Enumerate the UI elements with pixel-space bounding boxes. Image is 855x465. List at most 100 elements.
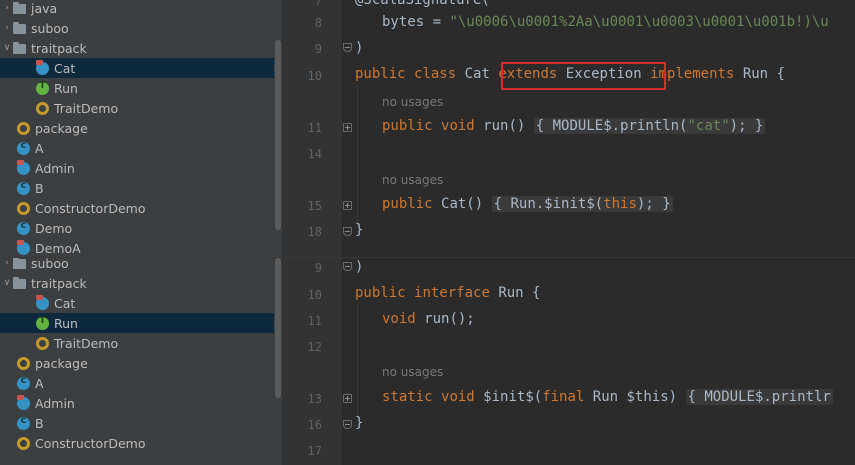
tree-item-run[interactable]: Run [0,313,274,333]
code-line-run-method: public void run() { MODULE$.println("cat… [382,118,766,134]
folded-block[interactable]: { Run.$init$(this); } [491,196,673,212]
inlay-hint[interactable]: no usages [382,365,443,379]
code-line-bytes: bytes = "\u0006\u0001%2Aa\u0001\u0003\u0… [382,14,829,30]
tree-item-a[interactable]: A [0,138,274,158]
chevron-down-icon[interactable]: ∨ [1,43,13,53]
code-line-annotation: @ScalaSignature( [355,0,490,8]
line-number: 9 [314,42,322,56]
interface-name: Run { [498,285,541,301]
chevron-right-icon[interactable]: › [1,258,13,268]
tree-item-suboo[interactable]: › suboo [0,258,274,273]
tree-item-admin[interactable]: Admin [0,393,274,413]
line-number: 17 [307,444,322,458]
folder-icon [13,276,26,289]
code-string: "cat" [687,118,730,134]
tree-item-a[interactable]: A [0,373,274,393]
tree-item-traitdemo[interactable]: TraitDemo [0,98,274,118]
inlay-hint[interactable]: no usages [382,95,443,109]
folded-block[interactable]: { MODULE$.println("cat"); } [533,118,766,134]
tree-item-constructordemo[interactable]: ConstructorDemo [0,198,274,218]
folder-icon [13,1,26,14]
tree-item-label: A [35,375,44,391]
class-icon [17,375,30,390]
line-number: 11 [307,314,322,328]
tree-item-label: Cat [54,295,76,311]
method-signature: Cat() [441,196,484,212]
class-icon [17,140,30,155]
indent-guide [357,86,358,228]
trait-icon [36,316,49,330]
project-tree-scrollbar[interactable] [274,0,282,257]
line-number: 18 [307,225,322,239]
folder-icon [13,21,26,34]
project-tree-scrollbar[interactable] [274,258,282,465]
tree-item-package[interactable]: package [0,353,274,373]
code-token: bytes = [382,14,450,30]
expand-fold-icon[interactable] [343,201,352,210]
tree-item-b[interactable]: B [0,178,274,198]
tree-item-run[interactable]: Run [0,78,274,98]
interface-name: Run { [742,66,785,82]
fold-toggle-icon[interactable] [343,262,352,271]
chevron-right-icon[interactable]: › [1,23,13,33]
chevron-down-icon[interactable]: ∨ [1,278,13,288]
code-line: ) [355,40,364,56]
tree-item-traitpack[interactable]: ∨ traitpack [0,273,274,293]
tree-item-java[interactable]: › java [0,0,274,18]
tree-item-package[interactable]: package [0,118,274,138]
tree-item-demo[interactable]: Demo [0,218,274,238]
tree-item-demoa[interactable]: DemoA [0,238,274,257]
tree-item-suboo[interactable]: › suboo [0,18,274,38]
tree-item-label: Run [54,315,78,331]
keyword: public [382,196,433,212]
keyword: void [382,311,416,327]
tree-item-label: A [35,140,44,156]
expand-fold-icon[interactable] [343,123,352,132]
top-pane: › java › suboo ∨ traitpack Cat Run TraitDemo pack… [0,0,855,257]
line-number: 11 [307,121,322,135]
tree-item-label: Demo [35,220,73,236]
fold-toggle-icon[interactable] [343,227,352,236]
class-icon [17,415,30,430]
tree-item-label: DemoA [35,240,81,256]
fold-toggle-icon[interactable] [343,43,352,52]
tree-item-admin[interactable]: Admin [0,158,274,178]
tree-item-label: TraitDemo [54,335,119,351]
keyword: public [355,66,406,82]
code-line-init-method: static void $init$(final Run $this) { MO… [382,389,833,405]
folded-block[interactable]: { MODULE$.printlr [685,389,833,405]
tree-item-label: traitpack [31,40,87,56]
keyword: final [542,389,585,405]
object-icon [17,356,30,370]
class-icon [17,220,30,235]
tree-item-label: Admin [35,160,75,176]
expand-fold-icon[interactable] [343,394,352,403]
chevron-right-icon[interactable]: › [1,3,13,13]
tree-item-label: package [35,355,88,371]
tree-item-traitpack[interactable]: ∨ traitpack [0,38,274,58]
tree-item-b[interactable]: B [0,413,274,433]
code-token: { MODULE$.println( [535,118,688,134]
project-tree: › java › suboo ∨ traitpack Cat Run TraitDemo pack… [0,0,274,257]
tree-item-constructordemo[interactable]: ConstructorDemo [0,433,274,453]
inlay-hint[interactable]: no usages [382,173,443,187]
code-token: ); } [636,196,671,212]
tree-item-label: suboo [31,258,69,271]
folder-icon [13,258,26,269]
tree-item-traitdemo[interactable]: TraitDemo [0,333,274,353]
class-icon [17,394,30,410]
tree-item-cat[interactable]: Cat [0,58,274,78]
line-number: 9 [314,261,322,275]
keyword: static [382,389,433,405]
tree-item-label: Cat [54,60,76,76]
tree-item-label: TraitDemo [54,100,119,116]
object-icon [17,121,30,135]
keyword: class [414,66,457,82]
fold-toggle-icon[interactable] [343,420,352,429]
tree-item-cat[interactable]: Cat [0,293,274,313]
code-line: } [355,222,364,238]
indent-guide [357,306,358,418]
code-line-constructor: public Cat() { Run.$init$(this); } [382,196,673,212]
tree-item-label: package [35,120,88,136]
tree-item-label: ConstructorDemo [35,435,146,451]
